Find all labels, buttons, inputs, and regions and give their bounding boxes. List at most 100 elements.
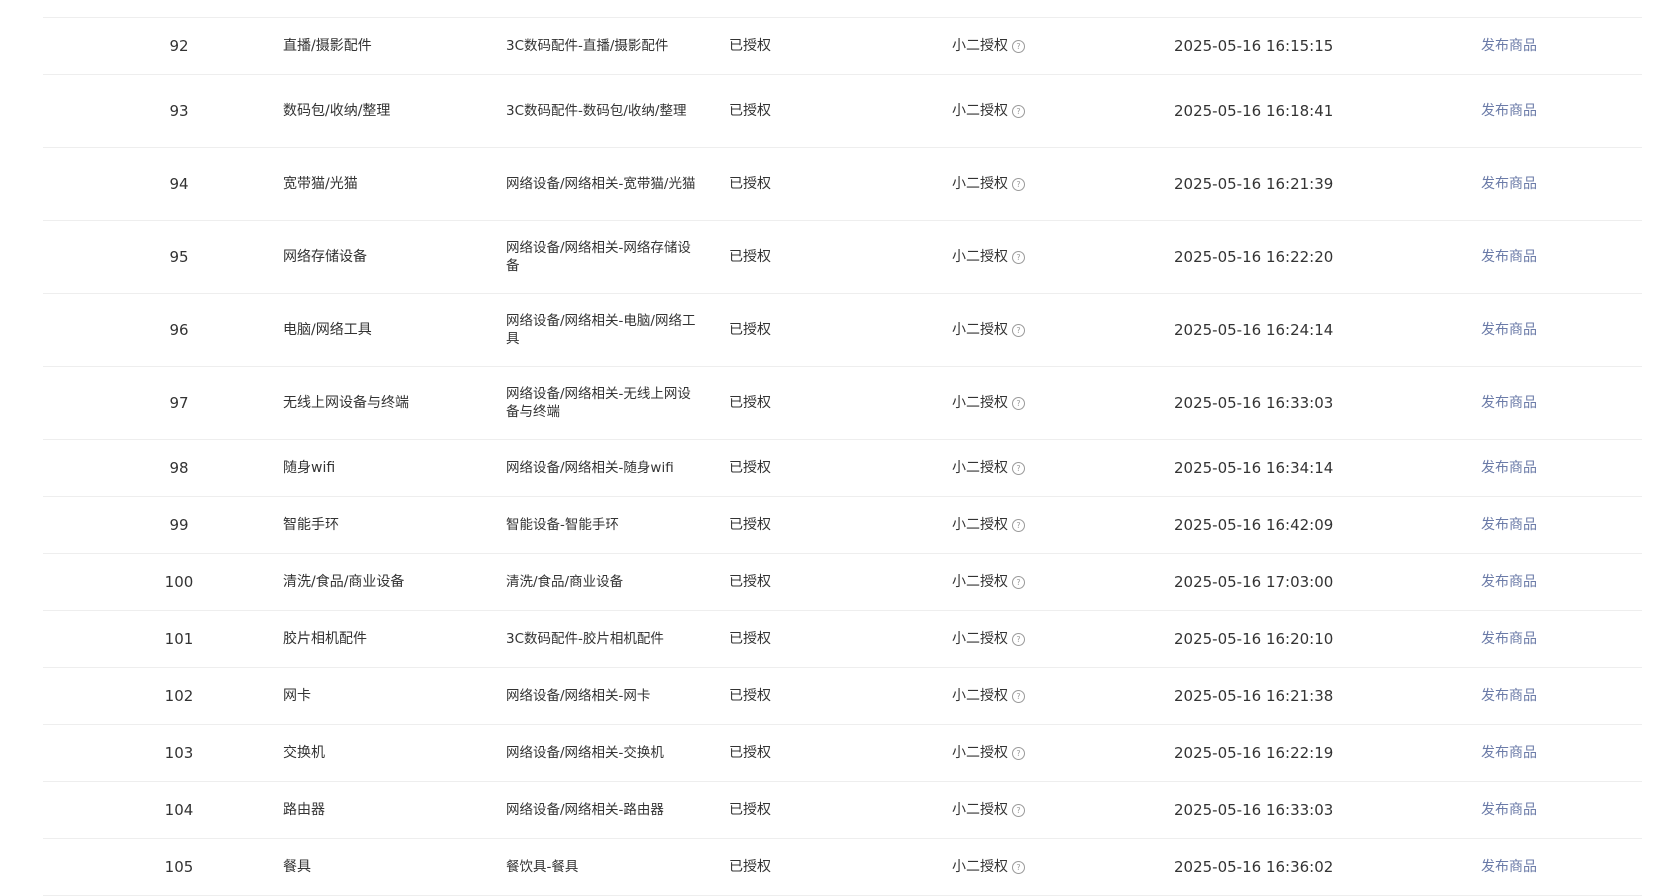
table-row: 96 电脑/网络工具 网络设备/网络相关-电脑/网络工具 已授权 小二授权 ? …: [43, 294, 1642, 367]
publish-product-link[interactable]: 发布商品: [1481, 102, 1581, 120]
auth-time: 2025-05-16 16:36:02: [1174, 858, 1334, 876]
question-circle-icon[interactable]: ?: [1012, 323, 1025, 337]
publish-product-link[interactable]: 发布商品: [1481, 516, 1581, 534]
category-path: 网络设备/网络相关-路由器: [506, 802, 664, 818]
auth-type-label: 小二授权: [952, 103, 1008, 119]
question-circle-icon[interactable]: ?: [1012, 689, 1025, 703]
row-index: 105: [164, 858, 194, 876]
publish-product-link[interactable]: 发布商品: [1481, 248, 1581, 266]
table-row: 101 胶片相机配件 3C数码配件-胶片相机配件 已授权 小二授权 ? 2025…: [43, 611, 1642, 668]
row-index: 97: [169, 394, 189, 412]
publish-product-link[interactable]: 发布商品: [1481, 630, 1581, 648]
table-top-divider: [43, 0, 1642, 18]
authorization-table: 92 直播/摄影配件 3C数码配件-直播/摄影配件 已授权 小二授权 ? 202…: [43, 0, 1642, 896]
auth-time: 2025-05-16 16:21:39: [1174, 175, 1334, 193]
table-row: 105 餐具 餐饮具-餐具 已授权 小二授权 ? 2025-05-16 16:3…: [43, 839, 1642, 896]
question-circle-icon[interactable]: ?: [1012, 396, 1025, 410]
question-circle-icon[interactable]: ?: [1012, 803, 1025, 817]
row-index: 98: [169, 459, 189, 477]
publish-product-link[interactable]: 发布商品: [1481, 459, 1581, 477]
category-name: 智能手环: [283, 517, 339, 533]
table-row: 103 交换机 网络设备/网络相关-交换机 已授权 小二授权 ? 2025-05…: [43, 725, 1642, 782]
auth-status: 已授权: [729, 38, 771, 54]
auth-status: 已授权: [729, 859, 771, 875]
row-index: 99: [169, 516, 189, 534]
row-index: 101: [164, 630, 194, 648]
auth-type-label: 小二授权: [952, 859, 1008, 875]
publish-product-link[interactable]: 发布商品: [1481, 394, 1581, 412]
table-row: 104 路由器 网络设备/网络相关-路由器 已授权 小二授权 ? 2025-05…: [43, 782, 1642, 839]
category-name: 直播/摄影配件: [283, 38, 372, 54]
auth-type: 小二授权 ?: [952, 37, 1112, 55]
auth-type: 小二授权 ?: [952, 801, 1112, 819]
auth-time: 2025-05-16 16:33:03: [1174, 394, 1334, 412]
table-row: 93 数码包/收纳/整理 3C数码配件-数码包/收纳/整理 已授权 小二授权 ?…: [43, 75, 1642, 148]
auth-status: 已授权: [729, 745, 771, 761]
auth-type-label: 小二授权: [952, 322, 1008, 338]
auth-type-label: 小二授权: [952, 176, 1008, 192]
category-path: 网络设备/网络相关-无线上网设备与终端: [506, 386, 691, 420]
auth-type-label: 小二授权: [952, 517, 1008, 533]
publish-product-link[interactable]: 发布商品: [1481, 175, 1581, 193]
publish-product-link[interactable]: 发布商品: [1481, 573, 1581, 591]
table-row: 94 宽带猫/光猫 网络设备/网络相关-宽带猫/光猫 已授权 小二授权 ? 20…: [43, 148, 1642, 221]
auth-status: 已授权: [729, 322, 771, 338]
question-circle-icon[interactable]: ?: [1012, 575, 1025, 589]
auth-type: 小二授权 ?: [952, 102, 1112, 120]
category-name: 胶片相机配件: [283, 631, 367, 647]
category-name: 数码包/收纳/整理: [283, 103, 391, 119]
auth-time: 2025-05-16 16:24:14: [1174, 321, 1334, 339]
category-path: 网络设备/网络相关-电脑/网络工具: [506, 313, 696, 347]
auth-status: 已授权: [729, 103, 771, 119]
row-index: 103: [164, 744, 194, 762]
auth-type: 小二授权 ?: [952, 573, 1112, 591]
row-index: 102: [164, 687, 194, 705]
table-row: 97 无线上网设备与终端 网络设备/网络相关-无线上网设备与终端 已授权 小二授…: [43, 367, 1642, 440]
category-path: 3C数码配件-直播/摄影配件: [506, 38, 669, 54]
auth-status: 已授权: [729, 802, 771, 818]
question-circle-icon[interactable]: ?: [1012, 860, 1025, 874]
auth-type: 小二授权 ?: [952, 459, 1112, 477]
question-circle-icon[interactable]: ?: [1012, 518, 1025, 532]
auth-status: 已授权: [729, 574, 771, 590]
publish-product-link[interactable]: 发布商品: [1481, 321, 1581, 339]
question-circle-icon[interactable]: ?: [1012, 104, 1025, 118]
auth-type: 小二授权 ?: [952, 394, 1112, 412]
auth-status: 已授权: [729, 460, 771, 476]
publish-product-link[interactable]: 发布商品: [1481, 687, 1581, 705]
auth-time: 2025-05-16 16:21:38: [1174, 687, 1334, 705]
question-circle-icon[interactable]: ?: [1012, 746, 1025, 760]
question-circle-icon[interactable]: ?: [1012, 632, 1025, 646]
category-name: 无线上网设备与终端: [283, 395, 409, 411]
publish-product-link[interactable]: 发布商品: [1481, 37, 1581, 55]
question-circle-icon[interactable]: ?: [1012, 250, 1025, 264]
category-name: 网卡: [283, 688, 311, 704]
publish-product-link[interactable]: 发布商品: [1481, 858, 1581, 876]
publish-product-link[interactable]: 发布商品: [1481, 744, 1581, 762]
question-circle-icon[interactable]: ?: [1012, 461, 1025, 475]
table-row: 99 智能手环 智能设备-智能手环 已授权 小二授权 ? 2025-05-16 …: [43, 497, 1642, 554]
publish-product-link[interactable]: 发布商品: [1481, 801, 1581, 819]
category-name: 随身wifi: [283, 460, 336, 476]
category-name: 餐具: [283, 859, 311, 875]
auth-time: 2025-05-16 16:34:14: [1174, 459, 1334, 477]
auth-time: 2025-05-16 16:18:41: [1174, 102, 1334, 120]
category-path: 网络设备/网络相关-交换机: [506, 745, 664, 761]
row-index: 94: [169, 175, 189, 193]
category-name: 清洗/食品/商业设备: [283, 574, 405, 590]
auth-type: 小二授权 ?: [952, 175, 1112, 193]
auth-time: 2025-05-16 16:33:03: [1174, 801, 1334, 819]
row-index: 95: [169, 248, 189, 266]
auth-time: 2025-05-16 16:22:19: [1174, 744, 1334, 762]
auth-type: 小二授权 ?: [952, 687, 1112, 705]
auth-type-label: 小二授权: [952, 631, 1008, 647]
question-circle-icon[interactable]: ?: [1012, 39, 1025, 53]
category-name: 路由器: [283, 802, 325, 818]
category-path: 3C数码配件-数码包/收纳/整理: [506, 103, 687, 119]
category-path: 网络设备/网络相关-网卡: [506, 688, 651, 704]
question-circle-icon[interactable]: ?: [1012, 177, 1025, 191]
auth-type-label: 小二授权: [952, 460, 1008, 476]
auth-time: 2025-05-16 16:15:15: [1174, 37, 1334, 55]
auth-type-label: 小二授权: [952, 574, 1008, 590]
category-name: 宽带猫/光猫: [283, 176, 358, 192]
